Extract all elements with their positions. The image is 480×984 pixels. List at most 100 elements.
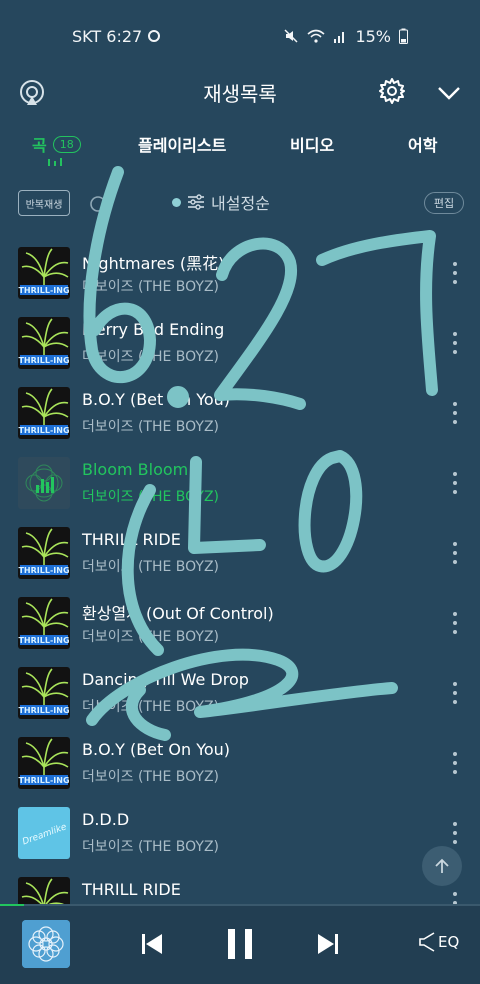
sort-filter-icon	[188, 194, 204, 210]
album-art[interactable]	[18, 457, 70, 509]
progress-fill	[0, 904, 24, 906]
album-art[interactable]: THRILL-ING	[18, 737, 70, 789]
tab-videos[interactable]: 비디오	[290, 132, 334, 156]
repeat-button[interactable]: 반복재생	[18, 190, 70, 216]
album-art-now-playing	[18, 457, 70, 509]
battery-icon	[399, 28, 408, 44]
more-icon[interactable]	[448, 612, 462, 634]
svg-text:THRILL-ING: THRILL-ING	[18, 426, 69, 435]
song-row[interactable]: THRILL-ING Dancing Till We Drop 더보이즈 (THE …	[0, 658, 480, 728]
svg-text:THRILL-ING: THRILL-ING	[18, 776, 69, 785]
song-row[interactable]: THRILL-ING 환상열차 (Out Of Control) 더보이즈 (THE…	[0, 588, 480, 658]
svg-text:THRILL-ING: THRILL-ING	[18, 356, 69, 365]
song-artist: 더보이즈 (THE BOYZ)	[82, 629, 220, 645]
song-artist: 더보이즈 (THE BOYZ)	[82, 419, 220, 435]
song-row[interactable]: Bloom Bloom 더보이즈 (THE BOYZ)	[0, 448, 480, 518]
song-row[interactable]: THRILL-INGTHRILL RIDE더보이즈 (THE BOYZ)	[0, 868, 480, 906]
playing-indicator-icon	[48, 158, 62, 166]
song-row[interactable]: Dreamlike D.D.D 더보이즈 (THE BOYZ)	[0, 798, 480, 868]
mute-icon	[284, 29, 298, 43]
tab-songs[interactable]: 곡 18	[32, 132, 81, 156]
sort-label: 내설정순	[211, 194, 270, 213]
svg-text:THRILL-ING: THRILL-ING	[18, 706, 69, 715]
song-title: Bloom Bloom	[82, 460, 189, 479]
song-title: Nightmares (黑花)	[82, 254, 225, 273]
album-art[interactable]: THRILL-ING	[18, 317, 70, 369]
more-icon[interactable]	[448, 682, 462, 704]
svg-text:THRILL-ING: THRILL-ING	[18, 566, 69, 575]
shuffle-icon[interactable]	[88, 194, 108, 214]
more-icon[interactable]	[448, 542, 462, 564]
song-row[interactable]: THRILL-ING THRILL RIDE 더보이즈 (THE BOYZ)	[0, 518, 480, 588]
song-title: THRILL RIDE	[82, 880, 181, 899]
album-art[interactable]: THRILL-ING	[18, 877, 70, 906]
tab-playlists[interactable]: 플레이리스트	[138, 132, 226, 156]
song-title: THRILL RIDE	[82, 530, 181, 549]
battery-percent: 15%	[355, 26, 391, 46]
song-count-badge: 18	[52, 135, 81, 153]
status-bar: SKT 6:27 15%	[0, 0, 480, 72]
flower-art-icon	[22, 920, 70, 968]
eq-label: EQ	[438, 933, 460, 951]
song-artist: 더보이즈 (THE BOYZ)	[82, 489, 220, 505]
player-bar: EQ	[0, 904, 480, 984]
tab-language[interactable]: 어학	[408, 132, 437, 156]
page-title: 재생목록	[203, 81, 277, 106]
song-row[interactable]: THRILL-ING B.O.Y (Bet On You) 더보이즈 (THE BO…	[0, 728, 480, 798]
song-artist: 더보이즈 (THE BOYZ)	[82, 559, 220, 575]
song-title: B.O.Y (Bet On You)	[82, 390, 231, 409]
album-art[interactable]: THRILL-ING	[18, 667, 70, 719]
more-icon[interactable]	[448, 262, 462, 284]
song-row[interactable]: THRILL-ING B.O.Y (Bet On You) 더보이즈 (THE BO…	[0, 378, 480, 448]
svg-text:THRILL-ING: THRILL-ING	[18, 636, 69, 645]
more-icon[interactable]	[448, 332, 462, 354]
list-toolbar: 반복재생 내설정순 편집	[0, 186, 480, 220]
song-title: 환상열차 (Out Of Control)	[82, 604, 274, 623]
now-playing-art[interactable]	[22, 920, 70, 968]
gear-icon[interactable]	[378, 77, 406, 105]
album-art-thrill-ing: THRILL-ING	[18, 667, 70, 719]
previous-icon[interactable]	[136, 928, 168, 960]
sort-control[interactable]: 내설정순	[172, 190, 270, 214]
song-row[interactable]: THRILL-ING Nightmares (黑花) 더보이즈 (THE BOYZ)	[0, 238, 480, 308]
notification-icon	[148, 30, 161, 42]
more-icon[interactable]	[448, 402, 462, 424]
tab-songs-label: 곡	[32, 136, 47, 155]
more-icon[interactable]	[448, 822, 462, 844]
more-icon[interactable]	[448, 472, 462, 494]
album-art-thrill-ing: THRILL-ING	[18, 737, 70, 789]
arrow-up-icon	[435, 858, 449, 873]
song-list: THRILL-ING Nightmares (黑花) 더보이즈 (THE BOYZ)…	[0, 238, 480, 906]
album-art[interactable]: THRILL-ING	[18, 527, 70, 579]
song-artist: 더보이즈 (THE BOYZ)	[82, 839, 220, 855]
status-carrier-time: SKT 6:27	[72, 26, 143, 46]
album-art-thrill-ing: THRILL-ING	[18, 247, 70, 299]
pause-icon[interactable]	[222, 926, 258, 962]
album-art[interactable]: THRILL-ING	[18, 597, 70, 649]
scroll-top-button[interactable]	[422, 846, 462, 886]
cast-icon[interactable]	[18, 78, 46, 106]
signal-icon	[334, 32, 345, 43]
album-art[interactable]: THRILL-ING	[18, 247, 70, 299]
song-artist: 더보이즈 (THE BOYZ)	[82, 699, 220, 715]
song-title: Merry Bad Ending	[82, 320, 225, 339]
song-row[interactable]: THRILL-ING Merry Bad Ending 더보이즈 (THE BOYZ…	[0, 308, 480, 378]
song-title: Dancing Till We Drop	[82, 670, 249, 689]
tab-bar: 곡 18 플레이리스트 비디오 어학	[0, 124, 480, 168]
album-art-thrill-ing: THRILL-ING	[18, 387, 70, 439]
album-art[interactable]: Dreamlike	[18, 807, 70, 859]
album-art[interactable]: THRILL-ING	[18, 387, 70, 439]
next-icon[interactable]	[312, 928, 344, 960]
edit-button[interactable]: 편집	[424, 192, 464, 214]
album-art-thrill-ing: THRILL-ING	[18, 527, 70, 579]
progress-track[interactable]	[0, 904, 480, 906]
sort-dot-icon	[172, 197, 181, 207]
eq-button[interactable]: EQ	[418, 931, 459, 953]
album-art-dreamlike: Dreamlike	[18, 807, 70, 859]
album-art-thrill-ing: THRILL-ING	[18, 317, 70, 369]
song-artist: 더보이즈 (THE BOYZ)	[82, 769, 220, 785]
svg-text:THRILL-ING: THRILL-ING	[18, 286, 69, 295]
more-icon[interactable]	[448, 752, 462, 774]
song-title: B.O.Y (Bet On You)	[82, 740, 231, 759]
chevron-down-icon[interactable]	[436, 79, 462, 105]
